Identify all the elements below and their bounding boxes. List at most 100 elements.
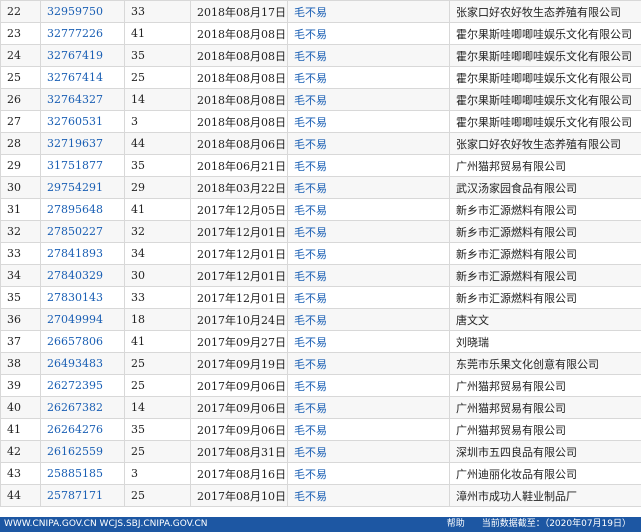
applicant-name: 新乡市汇源燃料有限公司 [456,291,577,305]
cell-reg_no: 32767419 [40,44,125,67]
class-number: 33 [131,5,145,18]
application-date: 2018年08月08日 [197,27,286,41]
class-number: 25 [131,71,145,84]
trademark-name-link[interactable]: 毛不易 [294,292,327,305]
registration-number-link[interactable]: 27850227 [47,225,103,238]
registration-number-link[interactable]: 27841893 [47,247,103,260]
cell-class: 35 [124,418,191,441]
table-row: 28 32719637 44 2018年08月06日 毛不易 张家口好农好牧生态养殖有限公… [0,132,641,155]
trademark-name-link[interactable]: 毛不易 [294,424,327,437]
trademark-name-link[interactable]: 毛不易 [294,204,327,217]
cell-seq: 32 [0,220,41,243]
row-seq: 24 [7,49,21,62]
trademark-name-link[interactable]: 毛不易 [294,6,327,19]
registration-number-link[interactable]: 32719637 [47,137,103,150]
trademark-name-link[interactable]: 毛不易 [294,138,327,151]
trademark-name-link[interactable]: 毛不易 [294,402,327,415]
cell-class: 25 [124,352,191,375]
trademark-name-link[interactable]: 毛不易 [294,28,327,41]
registration-number-link[interactable]: 29754291 [47,181,103,194]
cell-seq: 31 [0,198,41,221]
row-seq: 31 [7,203,21,216]
class-number: 3 [131,115,138,128]
trademark-name-link[interactable]: 毛不易 [294,182,327,195]
registration-number-link[interactable]: 26493483 [47,357,103,370]
application-date: 2017年12月01日 [197,269,286,283]
class-number: 41 [131,203,145,216]
trademark-name-link[interactable]: 毛不易 [294,270,327,283]
registration-number-link[interactable]: 32767419 [47,49,103,62]
registration-number-link[interactable]: 26264276 [47,423,103,436]
trademark-name-link[interactable]: 毛不易 [294,248,327,261]
cell-reg_no: 32760531 [40,110,125,133]
cell-class: 30 [124,264,191,287]
row-seq: 27 [7,115,21,128]
registration-number-link[interactable]: 32959750 [47,5,103,18]
application-date: 2018年03月22日 [197,181,286,195]
registration-number-link[interactable]: 27895648 [47,203,103,216]
class-number: 34 [131,247,145,260]
trademark-name-link[interactable]: 毛不易 [294,336,327,349]
cell-date: 2018年08月08日 [190,88,288,111]
application-date: 2017年10月24日 [197,313,286,327]
registration-number-link[interactable]: 27840329 [47,269,103,282]
trademark-name-link[interactable]: 毛不易 [294,490,327,503]
trademark-name-link[interactable]: 毛不易 [294,446,327,459]
registration-number-link[interactable]: 32764327 [47,93,103,106]
registration-number-link[interactable]: 31751877 [47,159,103,172]
registration-number-link[interactable]: 27049994 [47,313,103,326]
registration-number-link[interactable]: 25787171 [47,489,103,502]
class-number: 25 [131,445,145,458]
trademark-name-link[interactable]: 毛不易 [294,94,327,107]
cell-agent: 毛不易 [287,22,450,45]
trademark-name-link[interactable]: 毛不易 [294,72,327,85]
application-date: 2018年06月21日 [197,159,286,173]
footer-site-links[interactable]: WWW.CNIPA.GOV.CN WCJS.SBJ.CNIPA.GOV.CN [4,517,208,532]
registration-number-link[interactable]: 27830143 [47,291,103,304]
registration-number-link[interactable]: 32767414 [47,71,103,84]
trademark-name-link[interactable]: 毛不易 [294,468,327,481]
application-date: 2017年09月06日 [197,423,286,437]
cell-date: 2018年08月17日 [190,0,288,23]
class-number: 35 [131,423,145,436]
class-number: 25 [131,489,145,502]
registration-number-link[interactable]: 26657806 [47,335,103,348]
application-date: 2017年09月19日 [197,357,286,371]
registration-number-link[interactable]: 32777226 [47,27,103,40]
cell-seq: 34 [0,264,41,287]
trademark-name-link[interactable]: 毛不易 [294,116,327,129]
applicant-name: 张家口好农好牧生态养殖有限公司 [456,137,621,151]
table-row: 35 27830143 33 2017年12月01日 毛不易 新乡市汇源燃料有限公司 [0,286,641,309]
footer-right: 帮助 当前数据截至：（2020年07月19日） [447,517,631,532]
trademark-name-link[interactable]: 毛不易 [294,226,327,239]
registration-number-link[interactable]: 26267382 [47,401,103,414]
cell-agent: 毛不易 [287,418,450,441]
cell-class: 41 [124,330,191,353]
registration-number-link[interactable]: 32760531 [47,115,103,128]
registration-number-link[interactable]: 26162559 [47,445,103,458]
trademark-name-link[interactable]: 毛不易 [294,50,327,63]
row-seq: 42 [7,445,21,458]
applicant-name: 广州猫邦贸易有限公司 [456,423,566,437]
cell-seq: 29 [0,154,41,177]
help-link[interactable]: 帮助 [447,519,465,529]
cell-class: 33 [124,0,191,23]
application-date: 2017年12月05日 [197,203,286,217]
cell-class: 3 [124,462,191,485]
cell-applicant: 新乡市汇源燃料有限公司 [449,264,641,287]
cell-applicant: 霍尔果斯哇唧唧哇娱乐文化有限公司 [449,110,641,133]
cell-applicant: 张家口好农好牧生态养殖有限公司 [449,0,641,23]
cell-date: 2017年10月24日 [190,308,288,331]
trademark-name-link[interactable]: 毛不易 [294,160,327,173]
table-row: 24 32767419 35 2018年08月08日 毛不易 霍尔果斯哇唧唧哇娱乐文化有限… [0,44,641,67]
trademark-name-link[interactable]: 毛不易 [294,358,327,371]
trademark-name-link[interactable]: 毛不易 [294,380,327,393]
cell-agent: 毛不易 [287,88,450,111]
registration-number-link[interactable]: 26272395 [47,379,103,392]
registration-number-link[interactable]: 25885185 [47,467,103,480]
data-deadline-text: 当前数据截至：（2020年07月19日） [481,519,631,529]
trademark-name-link[interactable]: 毛不易 [294,314,327,327]
cell-applicant: 刘晓瑞 [449,330,641,353]
cell-date: 2017年12月01日 [190,220,288,243]
table-row: 31 27895648 41 2017年12月05日 毛不易 新乡市汇源燃料有限公司 [0,198,641,221]
